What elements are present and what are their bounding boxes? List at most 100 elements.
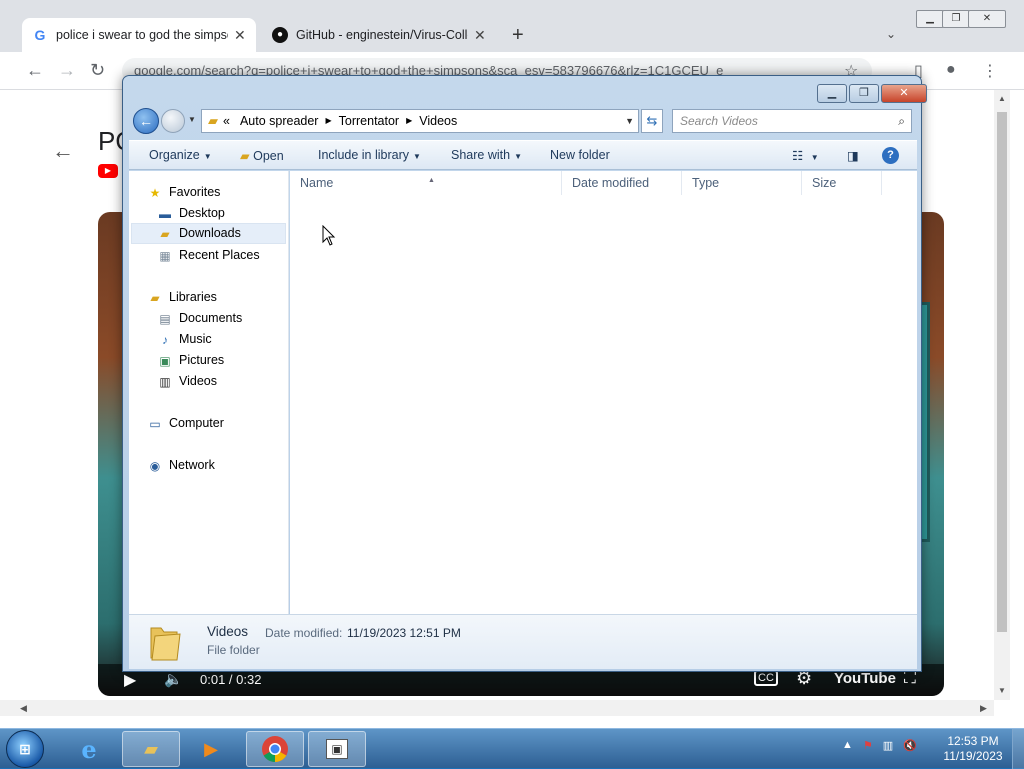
- computer-icon: ▭: [149, 416, 161, 431]
- navigation-pane: ★ Favorites ▬ Desktop ▰ Downloads ▦ Recent P…: [129, 171, 289, 614]
- maximize-button[interactable]: ❐: [942, 10, 970, 28]
- share-with-button[interactable]: Share with ▼: [451, 148, 522, 162]
- pictures-icon: ▣: [159, 353, 171, 368]
- volume-muted-icon[interactable]: 🔇: [903, 739, 917, 752]
- menu-kebab-icon[interactable]: ⋮: [982, 61, 998, 81]
- minimize-button[interactable]: ▁: [916, 10, 944, 28]
- back-button[interactable]: ←: [133, 108, 159, 134]
- youtube-logo-icon: ▶: [98, 164, 118, 178]
- mouse-cursor-icon: [322, 225, 336, 246]
- folder-icon: [150, 627, 181, 661]
- youtube-brand[interactable]: YouTube: [834, 670, 896, 687]
- nav-downloads[interactable]: ▰ Downloads: [131, 223, 286, 244]
- new-folder-button[interactable]: New folder: [550, 148, 610, 162]
- breadcrumb-auto-spreader[interactable]: Auto spreader: [240, 110, 319, 132]
- nav-recent-places[interactable]: ▦ Recent Places: [157, 245, 259, 266]
- film-icon: ▥: [159, 374, 171, 389]
- page-vertical-scrollbar[interactable]: ▲ ▼: [994, 90, 1010, 700]
- column-header-size[interactable]: Size: [802, 171, 882, 195]
- system-clock[interactable]: 12:53 PM 11/19/2023: [938, 734, 1008, 764]
- breadcrumb-videos[interactable]: Videos: [419, 110, 457, 132]
- system-tray: ▲ ⚑ ▥ 🔇: [842, 739, 917, 752]
- search-icon[interactable]: ⌕: [898, 110, 905, 132]
- nav-music[interactable]: ♪ Music: [157, 329, 212, 350]
- close-button[interactable]: ✕: [968, 10, 1006, 28]
- nav-favorites[interactable]: ★ Favorites: [147, 182, 221, 203]
- chrome-taskbar-icon[interactable]: [246, 731, 304, 767]
- internet-explorer-icon[interactable]: e: [60, 731, 118, 767]
- tab-google-search[interactable]: G police i swear to god the simpsons ✕: [22, 18, 256, 52]
- nav-videos[interactable]: ▥ Videos: [157, 371, 217, 392]
- volume-icon[interactable]: 🔈: [164, 670, 183, 688]
- refresh-icon[interactable]: ⇆: [641, 109, 663, 133]
- google-g-icon: G: [34, 27, 46, 43]
- address-row: ← ▼ ▰ « Auto spreader ▶ Torrentator ▶ Vi…: [131, 106, 915, 136]
- scroll-up-arrow-icon[interactable]: ▲: [998, 94, 1006, 103]
- network-tray-icon[interactable]: ▥: [883, 739, 893, 752]
- file-list-pane[interactable]: Name ▲ Date modified Type Size: [290, 171, 917, 614]
- explorer-maximize-button[interactable]: ❐: [849, 84, 879, 103]
- folder-open-icon: ▰: [240, 149, 250, 163]
- breadcrumb-overflow[interactable]: «: [223, 110, 230, 132]
- explorer-taskbar-icon[interactable]: ▰: [122, 731, 180, 767]
- scroll-down-arrow-icon[interactable]: ▼: [998, 686, 1006, 695]
- profile-icon[interactable]: ●: [946, 61, 956, 79]
- explorer-minimize-button[interactable]: ▁: [817, 84, 847, 103]
- view-options-icon[interactable]: ☷ ▼: [792, 148, 819, 163]
- scroll-left-arrow-icon[interactable]: ◀: [20, 703, 27, 714]
- tab-search-chevron-icon[interactable]: ⌄: [886, 27, 896, 41]
- nav-documents[interactable]: ▤ Documents: [157, 308, 242, 329]
- program-taskbar-icon[interactable]: ▣: [308, 731, 366, 767]
- new-tab-button[interactable]: +: [512, 24, 524, 47]
- action-center-flag-icon[interactable]: ⚑: [863, 739, 873, 752]
- page-horizontal-scrollbar[interactable]: ◀ ▶: [0, 700, 994, 716]
- start-button[interactable]: ⊞: [6, 730, 44, 768]
- play-icon[interactable]: ▶: [124, 670, 136, 690]
- show-desktop-button[interactable]: [1012, 729, 1024, 769]
- preview-pane-icon[interactable]: ◨: [847, 148, 859, 163]
- explorer-address-bar[interactable]: ▰ « Auto spreader ▶ Torrentator ▶ Videos…: [201, 109, 639, 133]
- command-bar: Organize ▼ ▰ Open Include in library ▼ Sha…: [129, 140, 917, 170]
- column-header-date-modified[interactable]: Date modified: [562, 171, 682, 195]
- breadcrumb-separator-icon[interactable]: ▶: [325, 110, 331, 132]
- recent-pages-dropdown-icon[interactable]: ▼: [188, 115, 196, 124]
- reload-icon[interactable]: ↻: [90, 60, 105, 81]
- breadcrumb-separator-icon[interactable]: ▶: [406, 110, 412, 132]
- nav-libraries[interactable]: ▰ Libraries: [147, 287, 217, 308]
- breadcrumb-torrentator[interactable]: Torrentator: [339, 110, 399, 132]
- star-icon: ★: [149, 185, 161, 200]
- scroll-thumb[interactable]: [997, 112, 1007, 632]
- explorer-close-button[interactable]: ✕: [881, 84, 927, 103]
- column-header-type[interactable]: Type: [682, 171, 802, 195]
- taskbar: ⊞ e ▰ ▶ ▣ ▲ ⚑ ▥ 🔇 12:53 PM 11/19/2023: [0, 728, 1024, 769]
- network-icon: ◉: [149, 458, 161, 473]
- nav-network[interactable]: ◉ Network: [147, 455, 215, 476]
- include-in-library-button[interactable]: Include in library ▼: [318, 148, 421, 162]
- tab-close-icon[interactable]: ✕: [234, 27, 246, 44]
- libraries-icon: ▰: [150, 290, 160, 305]
- column-header-name[interactable]: Name ▲: [290, 171, 562, 195]
- open-button[interactable]: ▰ Open: [240, 148, 284, 163]
- address-dropdown-icon[interactable]: ▼: [625, 110, 634, 132]
- page-back-arrow-icon[interactable]: ←: [52, 138, 74, 164]
- forward-arrow-icon[interactable]: →: [58, 60, 76, 81]
- nav-desktop[interactable]: ▬ Desktop: [157, 203, 225, 224]
- nav-computer[interactable]: ▭ Computer: [147, 413, 224, 434]
- github-icon: ●: [272, 27, 288, 43]
- music-note-icon: ♪: [162, 332, 168, 347]
- captions-icon[interactable]: CC: [754, 670, 778, 686]
- search-input[interactable]: Search Videos ⌕: [672, 109, 912, 133]
- video-time: 0:01 / 0:32: [200, 672, 262, 687]
- help-icon[interactable]: ?: [882, 147, 899, 164]
- show-hidden-icons-icon[interactable]: ▲: [842, 739, 853, 752]
- nav-pictures[interactable]: ▣ Pictures: [157, 350, 224, 371]
- recent-places-icon: ▦: [159, 248, 171, 263]
- tab-github[interactable]: ● GitHub - enginestein/Virus-Collection …: [262, 18, 496, 52]
- media-player-icon[interactable]: ▶: [182, 731, 240, 767]
- organize-button[interactable]: Organize ▼: [149, 148, 212, 162]
- details-item-type: File folder: [207, 643, 260, 657]
- forward-button[interactable]: [161, 109, 185, 133]
- back-arrow-icon[interactable]: ←: [26, 60, 44, 81]
- scroll-right-arrow-icon[interactable]: ▶: [980, 703, 987, 714]
- tab-close-icon[interactable]: ✕: [474, 27, 486, 44]
